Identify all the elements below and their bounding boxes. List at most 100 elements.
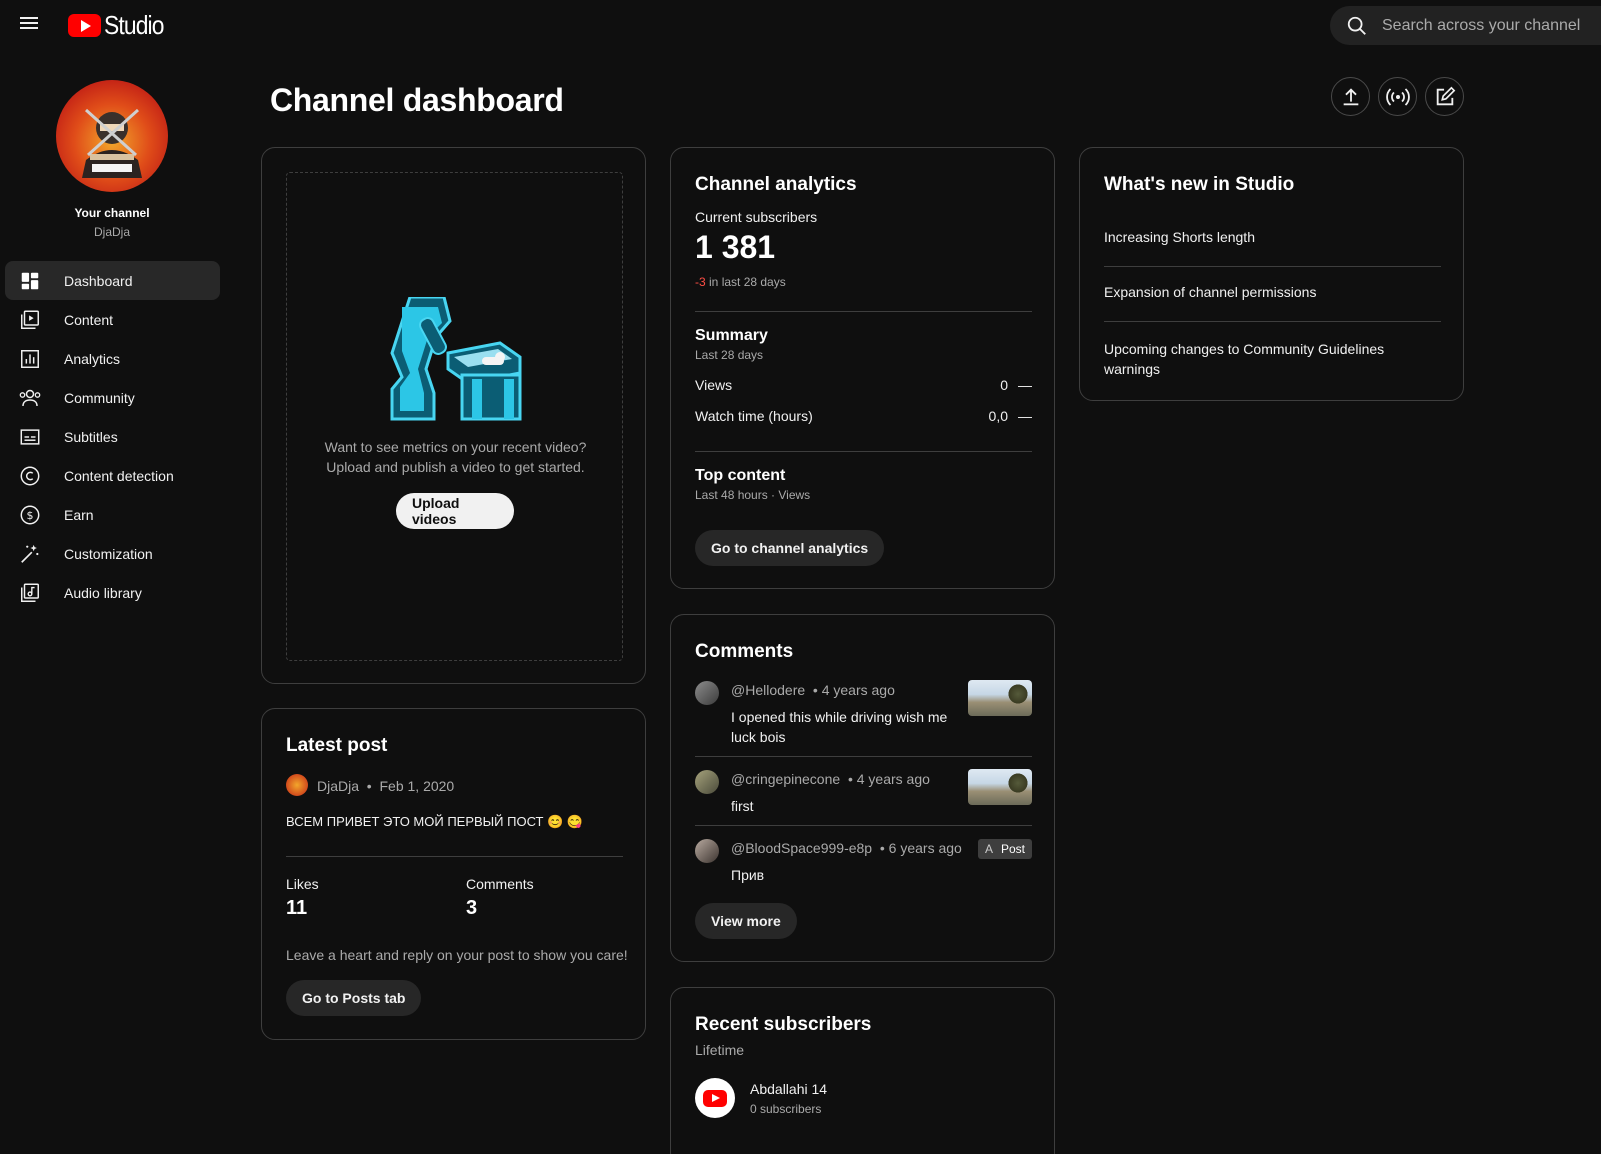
whats-new-item[interactable]: Increasing Shorts length [1104,229,1255,245]
comment-author-line: @cringepinecone • 4 years ago [731,771,930,787]
upload-button[interactable] [1331,77,1370,116]
edit-icon [1436,86,1455,105]
post-meta-separator: • [366,778,372,794]
subscriber-avatar[interactable] [695,1078,735,1118]
sidebar-item-customization[interactable]: Customization [5,534,220,573]
video-thumbnail[interactable] [968,680,1032,716]
sidebar-item-content-detection[interactable]: Content detection [5,456,220,495]
upload-icon [1343,87,1358,105]
your-channel-label: Your channel [74,206,150,220]
top-content-title: Top content [695,467,786,484]
community-icon [18,386,42,410]
video-thumbnail[interactable] [968,769,1032,805]
metric-value: 0 [1000,377,1008,393]
subtitles-icon [18,425,42,449]
whats-new-item[interactable]: Upcoming changes to Community Guidelines… [1104,339,1404,379]
search-icon [1347,16,1366,35]
subscribers-label: Current subscribers [695,209,818,225]
search-box[interactable] [1330,6,1601,45]
sidebar-item-label: Content [64,311,114,328]
comment-item[interactable]: @cringepinecone • 4 years ago first [695,769,1032,825]
sidebar-item-label: Analytics [64,350,121,367]
sidebar-item-label: Earn [64,506,94,523]
microscope-illustration-icon [390,297,522,421]
sidebar-nav: Dashboard Content Analytics Community Su… [5,261,220,612]
sidebar-item-community[interactable]: Community [5,378,220,417]
likes-value: 11 [286,897,308,919]
upload-prompt-line1: Want to see metrics on your recent video… [324,439,587,455]
create-post-button[interactable] [1425,77,1464,116]
metric-label: Views [695,377,733,393]
sidebar-item-earn[interactable]: $ Earn [5,495,220,534]
post-author[interactable]: DjaDja [317,778,359,794]
upload-prompt-text: Want to see metrics on your recent video… [287,437,624,477]
studio-logo[interactable]: Studio [68,9,172,40]
comments-count-label: Comments [466,876,534,892]
audio-library-icon [18,581,42,605]
sidebar-item-analytics[interactable]: Analytics [5,339,220,378]
comment-text: I opened this while driving wish me luck… [731,709,948,745]
divider [1104,321,1441,322]
youtube-logo-icon [703,1089,727,1107]
subscribers-change-period: in last 28 days [709,275,786,289]
upload-videos-button[interactable]: Upload videos [396,493,514,529]
sidebar-item-label: Community [64,389,135,406]
divider [695,311,1032,312]
post-badge[interactable]: A Post [977,839,1032,859]
comments-title: Comments [695,641,794,662]
analytics-title: Channel analytics [695,174,857,195]
sidebar-item-label: Content detection [64,467,174,484]
upload-prompt-line2: Upload and publish a video to get starte… [326,459,585,475]
sidebar-item-content[interactable]: Content [5,300,220,339]
divider [695,825,1032,826]
comment-author[interactable]: @Hellodere [731,682,805,698]
commenter-avatar [695,681,719,705]
comment-item[interactable]: @BloodSpace999-e8p • 6 years ago Прив AP… [695,839,1032,889]
subscribers-change-value: -3 [695,275,706,289]
metric-row-views[interactable]: Views 0 — [695,377,1032,397]
comment-item[interactable]: @Hellodere • 4 years ago I opened this w… [695,680,1032,756]
channel-avatar[interactable] [56,80,168,192]
page-title: Channel dashboard [270,82,564,118]
divider [695,756,1032,757]
channel-analytics-card: Channel analytics Current subscribers 1 … [670,147,1055,589]
latest-post-card: Latest post DjaDja • Feb 1, 2020 ВСЕМ ПР… [261,708,646,1040]
sidebar-item-dashboard[interactable]: Dashboard [5,261,220,300]
studio-logo-text: Studio [104,9,164,40]
metric-row-watch-time[interactable]: Watch time (hours) 0,0 — [695,408,1032,428]
metric-trend: — [1018,377,1032,393]
recent-subscribers-period: Lifetime [695,1042,745,1058]
post-meta: DjaDja • Feb 1, 2020 [317,778,454,794]
whats-new-item[interactable]: Expansion of channel permissions [1104,284,1316,300]
subscriber-name[interactable]: Abdallahi 14 [750,1081,827,1097]
go-live-button[interactable] [1378,77,1417,116]
comment-author-line: @BloodSpace999-e8p • 6 years ago [731,840,962,856]
go-to-analytics-button[interactable]: Go to channel analytics [695,530,885,566]
comment-author[interactable]: @BloodSpace999-e8p [731,840,872,856]
comment-author[interactable]: @cringepinecone [731,771,840,787]
go-to-posts-button[interactable]: Go to Posts tab [286,980,422,1016]
channel-name: DjaDja [93,225,130,239]
post-hint: Leave a heart and reply on your post to … [286,947,628,963]
post-badge-prefix: A [984,842,993,856]
comment-author-line: @Hellodere • 4 years ago [731,682,895,698]
metric-trend: — [1018,408,1032,424]
dashboard-icon [18,269,42,293]
upload-dropzone[interactable]: Want to see metrics on your recent video… [286,172,623,661]
ninja-avatar-icon [82,108,142,178]
whats-new-title: What's new in Studio [1104,174,1295,195]
comment-time: • 6 years ago [879,840,962,856]
comment-time: • 4 years ago [847,771,930,787]
whats-new-card: What's new in Studio Increasing Shorts l… [1079,147,1464,401]
sidebar-item-audio-library[interactable]: Audio library [5,573,220,612]
menu-icon[interactable] [18,14,42,38]
sidebar-item-subtitles[interactable]: Subtitles [5,417,220,456]
top-bar: Studio [0,0,1601,50]
view-more-comments-button[interactable]: View more [695,903,797,939]
search-input[interactable] [1382,16,1592,35]
live-broadcast-icon [1385,87,1410,106]
post-date: Feb 1, 2020 [379,778,455,794]
comments-card: Comments @Hellodere • 4 years ago I open… [670,614,1055,962]
subscribers-count: 1 381 [695,229,776,265]
comment-text: first [731,798,754,814]
